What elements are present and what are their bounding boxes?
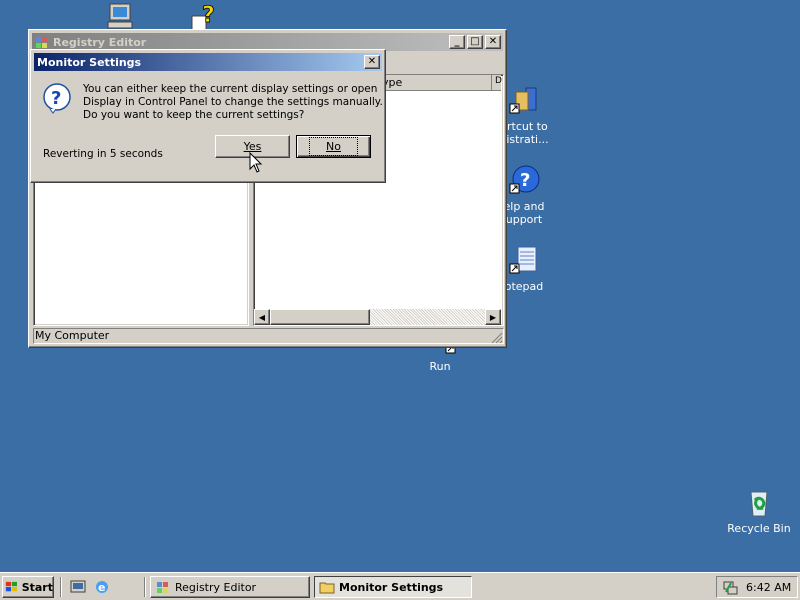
scroll-right-button[interactable]: ▶	[485, 309, 501, 325]
system-tray: 6:42 AM	[716, 576, 798, 598]
show-desktop-icon[interactable]	[70, 579, 86, 595]
window-title: Registry Editor	[53, 35, 147, 49]
status-bar: My Computer	[33, 328, 504, 344]
desktop-icon-label: Run	[429, 360, 451, 373]
notepad-icon	[509, 246, 537, 274]
taskbar: Start e Registry Editor Monitor Settings…	[0, 572, 800, 600]
task-label: Monitor Settings	[339, 580, 444, 594]
registry-icon	[36, 37, 47, 48]
help-circle-icon: ?	[509, 165, 540, 194]
desktop-icon-label: Recycle Bin	[727, 522, 791, 535]
internet-explorer-icon[interactable]: e	[94, 579, 110, 595]
dialog-message: You can either keep the current display …	[83, 83, 383, 122]
question-icon: ?	[43, 83, 71, 114]
admin-tools-icon	[509, 87, 537, 114]
no-button[interactable]: No	[296, 135, 371, 158]
minimize-button[interactable]: _	[449, 35, 465, 49]
no-button-label: No	[309, 137, 358, 156]
clock[interactable]: 6:42 AM	[746, 581, 791, 594]
dialog-close-button[interactable]: ✕	[364, 55, 380, 69]
dialog-title: Monitor Settings	[37, 55, 142, 69]
folder-icon	[319, 582, 335, 594]
taskbar-item-monitor-settings[interactable]: Monitor Settings	[314, 576, 472, 598]
message-line: Do you want to keep the current settings…	[83, 109, 305, 121]
recycle-bin-icon	[750, 491, 768, 517]
start-button[interactable]: Start	[2, 576, 54, 598]
column-divider[interactable]	[491, 75, 492, 91]
status-text: My Computer	[35, 329, 110, 342]
monitor-settings-dialog: Monitor Settings ✕ ? You can either keep…	[30, 49, 386, 183]
column-header-data[interactable]: D	[495, 76, 502, 86]
countdown-text: Reverting in 5 seconds	[43, 148, 163, 160]
scroll-thumb[interactable]	[270, 309, 370, 325]
close-button[interactable]: ✕	[485, 35, 501, 49]
maximize-button[interactable]: □	[467, 35, 483, 49]
taskbar-item-registry-editor[interactable]: Registry Editor	[150, 576, 310, 598]
svg-text:?: ?	[520, 170, 530, 191]
resize-grip-icon[interactable]	[491, 332, 503, 344]
svg-text:?: ?	[202, 3, 215, 28]
start-label: Start	[21, 580, 53, 594]
desktop-icon-recycle-bin[interactable]: Recycle Bin	[721, 486, 797, 535]
network-tray-icon[interactable]	[722, 579, 738, 595]
svg-text:?: ?	[51, 88, 61, 109]
message-line: You can either keep the current display …	[83, 83, 378, 95]
dialog-titlebar[interactable]: Monitor Settings ✕	[34, 53, 382, 71]
taskbar-divider	[60, 577, 62, 597]
mouse-cursor-icon	[249, 152, 263, 173]
taskbar-divider	[144, 577, 146, 597]
windows-logo-icon	[5, 581, 17, 592]
horizontal-scrollbar[interactable]: ◀ ▶	[254, 309, 501, 325]
registry-icon	[157, 582, 168, 593]
task-label: Registry Editor	[175, 580, 257, 594]
svg-text:e: e	[98, 581, 105, 594]
scroll-left-button[interactable]: ◀	[254, 309, 270, 325]
message-line: Display in Control Panel to change the s…	[83, 96, 383, 108]
